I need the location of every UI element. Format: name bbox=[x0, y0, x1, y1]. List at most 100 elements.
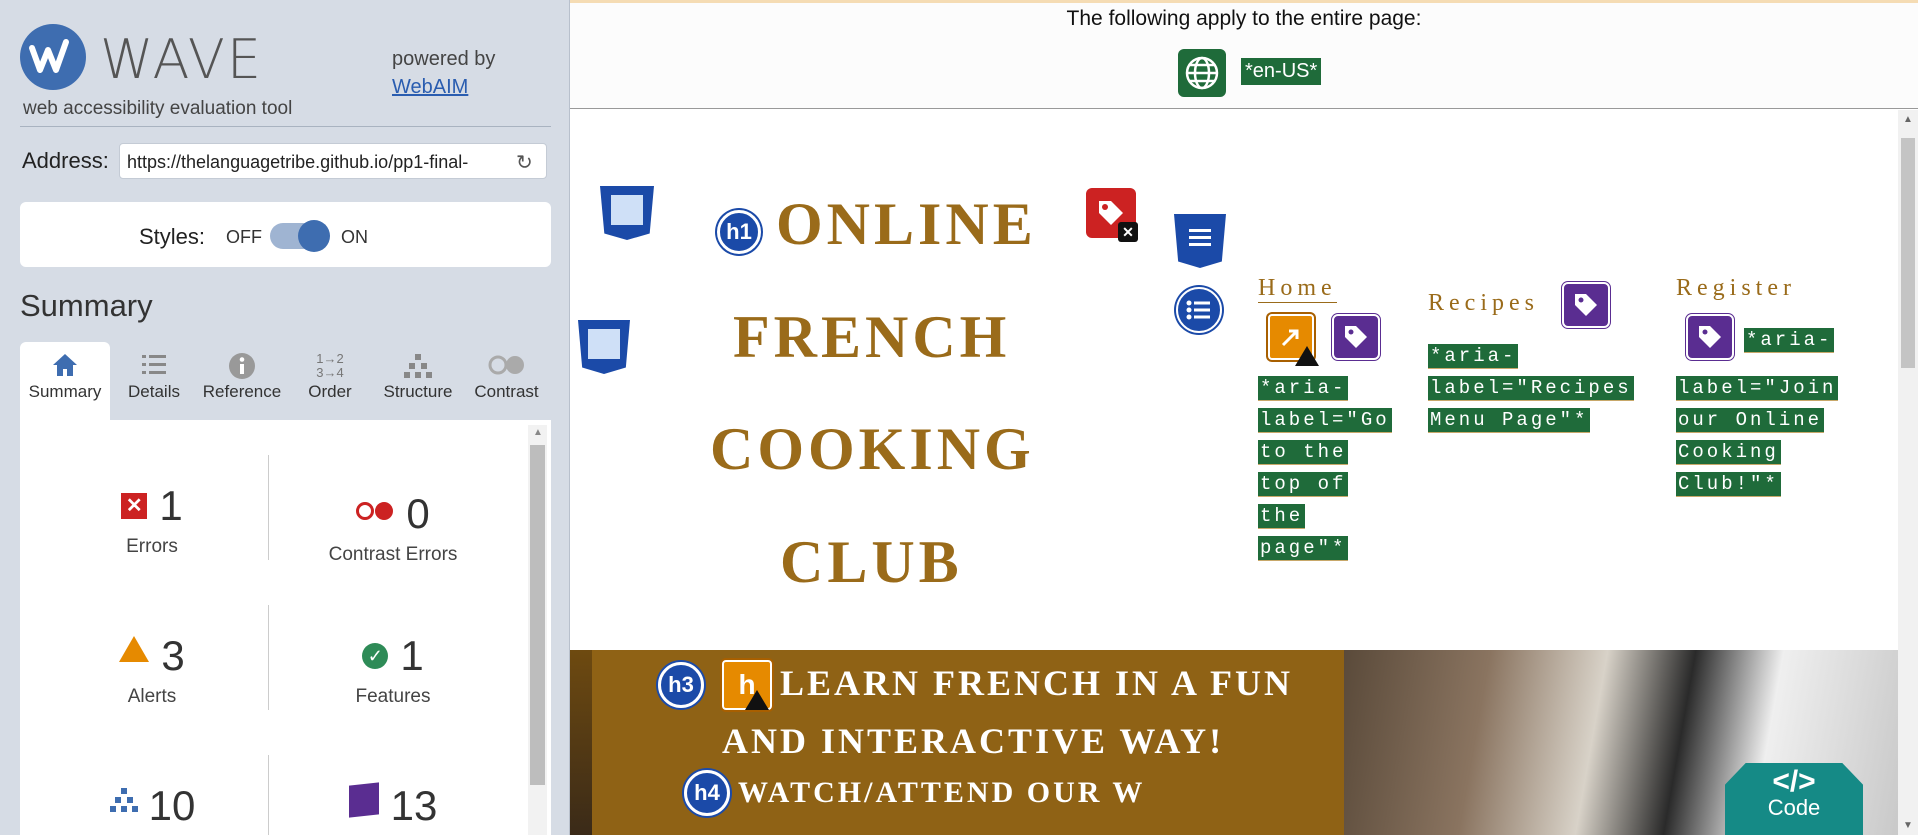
html5-header-icon[interactable] bbox=[600, 186, 654, 240]
aria-icon bbox=[348, 782, 379, 818]
alerts-label: Alerts bbox=[127, 686, 177, 707]
nav-link-recipes[interactable]: Recipes bbox=[1428, 290, 1539, 317]
code-icon: </> bbox=[1772, 765, 1816, 798]
tab-label: Order bbox=[308, 382, 352, 401]
scroll-up-arrow-icon[interactable]: ▲ bbox=[533, 427, 543, 438]
styles-off-label: OFF bbox=[226, 227, 262, 247]
features-count: 1 bbox=[400, 632, 424, 679]
page-wide-annotations: The following apply to the entire page: … bbox=[570, 0, 1918, 109]
styles-label: Styles: bbox=[139, 224, 206, 249]
code-view-button[interactable]: </> Code bbox=[1725, 763, 1863, 835]
tab-structure[interactable]: Structure bbox=[374, 342, 462, 420]
stat-alerts[interactable]: 3 Alerts bbox=[37, 632, 267, 708]
alert-icon bbox=[119, 636, 150, 662]
aria-label-icon[interactable] bbox=[1562, 282, 1610, 328]
tab-details[interactable]: Details bbox=[110, 342, 198, 420]
contrast-error-icon bbox=[356, 482, 394, 530]
tab-label: Details bbox=[128, 382, 180, 401]
scroll-down-arrow-icon[interactable]: ▼ bbox=[1903, 820, 1913, 831]
divider bbox=[268, 455, 269, 560]
features-label: Features bbox=[355, 686, 431, 707]
scrollbar-thumb[interactable] bbox=[530, 445, 545, 785]
tab-label: Reference bbox=[202, 382, 282, 401]
scroll-up-arrow-icon[interactable]: ▲ bbox=[1903, 114, 1913, 125]
page-content: h1 ONLINE FRENCH COOKING CLUB ✕ Home *ar… bbox=[570, 110, 1898, 835]
site-title-line1: ONLINE bbox=[776, 191, 1037, 257]
contrast-errors-count: 0 bbox=[406, 490, 430, 537]
summary-panel: ✕ 1 Errors 0 Contrast Errors 3 Alerts ✓ 1 … bbox=[20, 420, 551, 835]
unordered-list-icon[interactable] bbox=[1176, 287, 1222, 333]
stat-aria[interactable]: 13 bbox=[278, 782, 508, 830]
styles-toggle[interactable] bbox=[270, 220, 330, 252]
tab-summary[interactable]: Summary bbox=[20, 342, 110, 420]
structure-icon bbox=[374, 342, 462, 382]
nav-link-home[interactable]: Home bbox=[1258, 275, 1337, 303]
h1-icon[interactable]: h1 bbox=[717, 210, 761, 254]
html5-nav-icon[interactable] bbox=[1174, 214, 1226, 268]
banner-left-image bbox=[570, 650, 592, 835]
wave-logo-text: WAVE bbox=[100, 28, 263, 91]
address-input[interactable]: https://thelanguagetribe.github.io/pp1-f… bbox=[119, 143, 547, 179]
error-icon: ✕ bbox=[121, 493, 148, 519]
home-icon bbox=[20, 342, 110, 382]
alert-warning-icon bbox=[745, 690, 769, 710]
reload-icon[interactable]: ↻ bbox=[516, 150, 533, 175]
list-icon bbox=[110, 342, 198, 382]
language-globe-icon[interactable] bbox=[1178, 49, 1226, 97]
errors-count: 1 bbox=[159, 482, 183, 529]
banner-heading-line2: AND INTERACTIVE WAY! bbox=[722, 721, 1225, 761]
styles-on-label: ON bbox=[341, 227, 368, 247]
tab-label: Summary bbox=[28, 382, 102, 401]
banner-heading-line1: LEARN FRENCH IN A FUN bbox=[780, 663, 1294, 703]
tab-order[interactable]: 1→2 3→4 Order bbox=[286, 342, 374, 420]
styles-toggle-card: Styles: OFF ON bbox=[20, 202, 551, 267]
feature-check-icon: ✓ bbox=[362, 643, 389, 669]
tab-contrast[interactable]: Contrast bbox=[462, 342, 551, 420]
wave-sidebar: WAVE web accessibility evaluation tool p… bbox=[0, 0, 570, 835]
banner-subheading: WATCH/ATTEND OUR W bbox=[738, 776, 1146, 809]
h3-icon[interactable]: h3 bbox=[658, 662, 704, 708]
errors-label: Errors bbox=[126, 536, 178, 557]
webaim-link[interactable]: WebAIM bbox=[392, 76, 468, 99]
stat-contrast-errors[interactable]: 0 Contrast Errors bbox=[278, 482, 508, 566]
page-scrollbar[interactable]: ▲ ▼ bbox=[1898, 110, 1918, 835]
divider bbox=[268, 755, 269, 835]
toggle-knob bbox=[298, 220, 330, 252]
aria-label-register: label="Join our Online Cooking Club!"* bbox=[1676, 376, 1839, 497]
error-x-icon: ✕ bbox=[1118, 222, 1138, 242]
address-label: Address: bbox=[22, 148, 109, 173]
contrast-icon bbox=[462, 342, 551, 382]
stat-structural[interactable]: 10 bbox=[37, 782, 267, 830]
contrast-errors-label: Contrast Errors bbox=[328, 544, 458, 565]
alerts-count: 3 bbox=[161, 632, 185, 679]
language-tag: *en-US* bbox=[1241, 58, 1322, 85]
aria-count: 13 bbox=[390, 782, 438, 829]
aria-label-icon[interactable] bbox=[1332, 314, 1380, 360]
structure-icon bbox=[109, 786, 139, 821]
site-title-line2: FRENCH bbox=[733, 304, 1011, 370]
html5-section-icon[interactable] bbox=[578, 320, 630, 374]
nav-link-register[interactable]: Register bbox=[1676, 275, 1796, 302]
info-icon bbox=[198, 342, 286, 382]
tab-label: Structure bbox=[383, 382, 453, 401]
panel-scrollbar[interactable]: ▲ bbox=[528, 425, 547, 835]
wave-tagline: web accessibility evaluation tool bbox=[23, 98, 293, 119]
powered-by-label: powered by bbox=[392, 48, 496, 70]
aria-label-icon[interactable] bbox=[1686, 314, 1734, 360]
structural-count: 10 bbox=[148, 782, 196, 829]
hero-banner: h3 h LEARN FRENCH IN A FUN AND INTERACTI… bbox=[570, 650, 1898, 835]
site-title-line4: CLUB bbox=[780, 529, 963, 595]
aria-label-home: *aria- label="Go to the top of the page"… bbox=[1258, 376, 1392, 561]
divider bbox=[268, 605, 269, 710]
tab-reference[interactable]: Reference bbox=[198, 342, 286, 420]
wave-app: WAVE web accessibility evaluation tool p… bbox=[0, 0, 1918, 835]
aria-label-register-start: *aria- bbox=[1744, 328, 1835, 353]
aria-label-recipes: *aria- label="Recipes Menu Page"* bbox=[1428, 344, 1634, 433]
stat-features[interactable]: ✓ 1 Features bbox=[278, 632, 508, 708]
code-label: Code bbox=[1767, 795, 1821, 820]
wave-logo-icon bbox=[20, 24, 86, 90]
scrollbar-thumb[interactable] bbox=[1901, 138, 1915, 368]
page-preview: The following apply to the entire page: … bbox=[570, 0, 1918, 835]
h4-icon[interactable]: h4 bbox=[684, 770, 730, 816]
stat-errors[interactable]: ✕ 1 Errors bbox=[37, 482, 267, 558]
